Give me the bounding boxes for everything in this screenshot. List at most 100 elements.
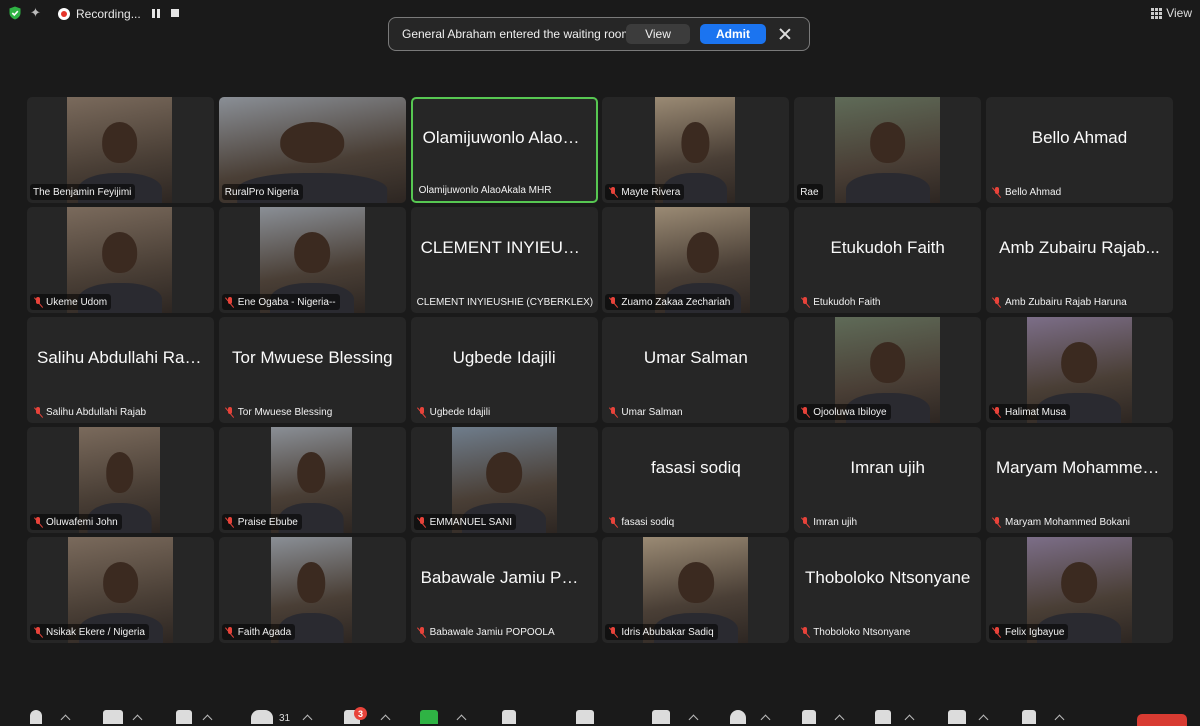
participant-name-label: The Benjamin Feyijimi: [30, 184, 136, 200]
participant-name-label: Etukudoh Faith: [797, 294, 884, 310]
participant-name: Babawale Jamiu POPOOLA: [429, 626, 555, 638]
participant-tile[interactable]: fasasi sodiq fasasi sodiq: [602, 427, 790, 533]
mic-muted-icon: [417, 626, 427, 638]
chevron-up-icon[interactable]: [760, 714, 771, 725]
participant-tile[interactable]: EMMANUEL SANI: [410, 427, 598, 533]
chevron-up-icon[interactable]: [380, 714, 391, 725]
participant-name-display: Etukudoh Faith: [794, 207, 981, 289]
mic-muted-icon: [992, 296, 1002, 308]
participant-name-label: Babawale Jamiu POPOOLA: [414, 624, 559, 640]
view-button[interactable]: View: [1151, 6, 1192, 20]
participant-name-label: Olamijuwonlo AlaoAkala MHR: [416, 182, 556, 198]
participant-tile[interactable]: Etukudoh Faith Etukudoh Faith: [794, 207, 982, 313]
participant-tile[interactable]: Felix Igbayue: [985, 537, 1173, 643]
participant-display-text: Imran ujih: [850, 458, 925, 477]
chevron-up-icon[interactable]: [904, 714, 915, 725]
participant-name-label: Amb Zubairu Rajab Haruna: [989, 294, 1131, 310]
participant-display-text: Babawale Jamiu PO...: [420, 568, 588, 587]
mic-muted-icon: [417, 406, 427, 418]
chat-badge: 3: [354, 707, 367, 720]
participant-tile[interactable]: Zuamo Zakaa Zechariah: [602, 207, 790, 313]
participant-name-label: Praise Ebube: [221, 514, 302, 530]
participant-name-display: Salihu Abdullahi Rajab: [27, 317, 214, 399]
waiting-room-notification: General Abraham entered the waiting room…: [388, 17, 810, 51]
participant-name-display: Maryam Mohammed...: [986, 427, 1173, 509]
participant-video: [835, 97, 941, 203]
participant-name-display: fasasi sodiq: [602, 427, 789, 509]
participant-tile[interactable]: Amb Zubairu Rajab... Amb Zubairu Rajab Ha…: [985, 207, 1173, 313]
participant-name-label: Nsikak Ekere / Nigeria: [30, 624, 149, 640]
chevron-up-icon[interactable]: [202, 714, 213, 725]
mic-muted-icon: [225, 296, 235, 308]
chevron-up-icon[interactable]: [1054, 714, 1065, 725]
participant-name-label: Bello Ahmad: [989, 184, 1065, 200]
participant-name: Ugbede Idajili: [429, 406, 491, 418]
chevron-up-icon[interactable]: [132, 714, 143, 725]
stop-recording-icon[interactable]: [171, 9, 179, 17]
participant-tile[interactable]: Babawale Jamiu PO... Babawale Jamiu POPOO…: [410, 537, 598, 643]
participant-tile[interactable]: The Benjamin Feyijimi: [27, 97, 214, 203]
participant-name: Bello Ahmad: [1004, 186, 1062, 198]
participant-tile[interactable]: Bello Ahmad Bello Ahmad: [985, 97, 1173, 203]
participant-tile[interactable]: Imran ujih Imran ujih: [794, 427, 982, 533]
chevron-up-icon[interactable]: [834, 714, 845, 725]
end-meeting-button[interactable]: [1137, 714, 1187, 726]
participant-tile[interactable]: Rae: [794, 97, 982, 203]
participant-name-label: Thoboloko Ntsonyane: [797, 624, 914, 640]
participant-tile[interactable]: Halimat Musa: [985, 317, 1173, 423]
participant-tile[interactable]: Ojooluwa Ibiloye: [794, 317, 982, 423]
participant-name: RuralPro Nigeria: [224, 186, 299, 198]
participant-tile[interactable]: RuralPro Nigeria: [218, 97, 406, 203]
shield-icon[interactable]: [8, 6, 22, 20]
participant-tile[interactable]: Salihu Abdullahi Rajab Salihu Abdullahi R…: [27, 317, 214, 423]
participant-tile[interactable]: Faith Agada: [218, 537, 406, 643]
sparkle-icon[interactable]: ✦: [30, 6, 44, 20]
mic-muted-icon: [800, 406, 810, 418]
participant-display-text: Olamijuwonlo AlaoA...: [422, 128, 586, 147]
participant-name-display: Thoboloko Ntsonyane: [794, 537, 981, 619]
participant-tile[interactable]: Ukeme Udom: [27, 207, 214, 313]
pause-recording-icon[interactable]: [152, 9, 160, 18]
chevron-up-icon[interactable]: [456, 714, 467, 725]
chevron-up-icon[interactable]: [60, 714, 71, 725]
participant-display-text: Etukudoh Faith: [830, 238, 945, 257]
participant-tile[interactable]: Maryam Mohammed... Maryam Mohammed Bokani: [985, 427, 1173, 533]
participant-tile[interactable]: Umar Salman Umar Salman: [602, 317, 790, 423]
participant-tile[interactable]: Ugbede Idajili Ugbede Idajili: [410, 317, 598, 423]
close-icon[interactable]: [778, 27, 792, 41]
participant-name-label: Felix Igbayue: [988, 624, 1069, 640]
participant-tile[interactable]: Praise Ebube: [218, 427, 406, 533]
participant-name: Zuamo Zakaa Zechariah: [621, 296, 731, 308]
participant-display-text: Ugbede Idajili: [452, 348, 556, 367]
participant-tile[interactable]: Ene Ogaba - Nigeria--: [218, 207, 406, 313]
participant-tile[interactable]: Thoboloko Ntsonyane Thoboloko Ntsonyane: [794, 537, 982, 643]
chevron-up-icon[interactable]: [302, 714, 313, 725]
participant-tile[interactable]: Olamijuwonlo AlaoA... Olamijuwonlo AlaoAk…: [410, 97, 598, 203]
participant-tile[interactable]: Oluwafemi John: [27, 427, 214, 533]
participant-name: Tor Mwuese Blessing: [237, 406, 333, 418]
participant-name: Oluwafemi John: [46, 516, 118, 528]
participant-display-text: Thoboloko Ntsonyane: [804, 568, 971, 587]
participant-tile[interactable]: CLEMENT INYIEUSH... CLEMENT INYIEUSHIE (C…: [410, 207, 598, 313]
mic-muted-icon: [225, 626, 235, 638]
participant-name-label: Halimat Musa: [988, 404, 1071, 420]
participant-tile[interactable]: Idris Abubakar Sadiq: [602, 537, 790, 643]
notification-view-button[interactable]: View: [626, 24, 690, 44]
participant-name: The Benjamin Feyijimi: [33, 186, 132, 198]
participant-name: Umar Salman: [621, 406, 683, 418]
chevron-up-icon[interactable]: [978, 714, 989, 725]
participant-tile[interactable]: Tor Mwuese Blessing Tor Mwuese Blessing: [218, 317, 406, 423]
chevron-up-icon[interactable]: [688, 714, 699, 725]
mic-muted-icon: [992, 626, 1002, 638]
participant-name-display: Amb Zubairu Rajab...: [986, 207, 1173, 289]
grid-view-icon: [1151, 7, 1163, 19]
participant-name-label: Rae: [797, 184, 823, 200]
participant-display-text: Maryam Mohammed...: [995, 458, 1163, 477]
participant-tile[interactable]: Mayte Rivera: [602, 97, 790, 203]
participant-name: Thoboloko Ntsonyane: [813, 626, 911, 638]
admit-button[interactable]: Admit: [700, 24, 766, 44]
participant-name-label: CLEMENT INYIEUSHIE (CYBERKLEX): [414, 294, 597, 310]
participant-tile[interactable]: Nsikak Ekere / Nigeria: [27, 537, 214, 643]
mic-muted-icon: [608, 296, 618, 308]
participant-name-display: Olamijuwonlo AlaoA...: [413, 99, 596, 177]
